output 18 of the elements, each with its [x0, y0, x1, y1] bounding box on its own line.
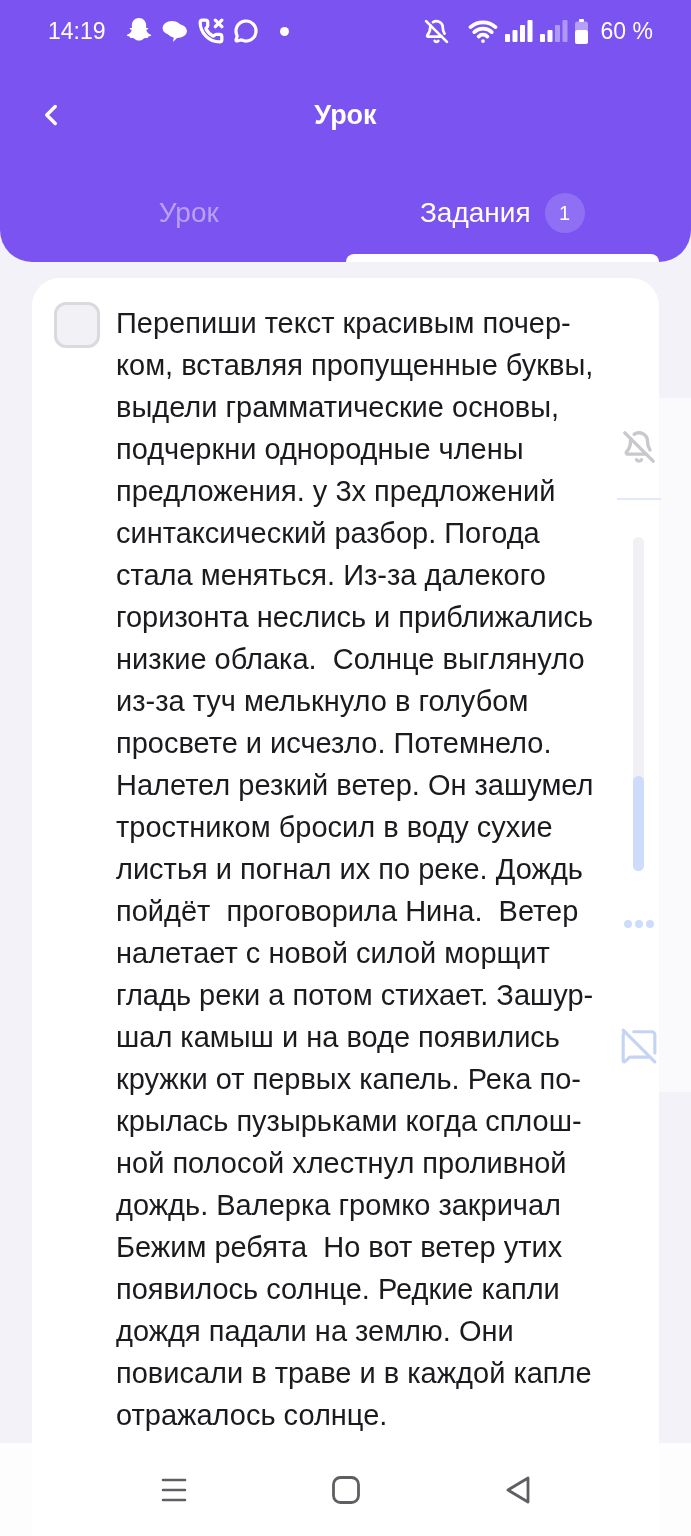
count-badge: 1 — [544, 193, 585, 233]
dot-icon — [279, 26, 289, 36]
bell-off-icon — [423, 18, 449, 44]
signal-icon — [539, 20, 568, 42]
scroll-thumb[interactable] — [633, 776, 644, 871]
battery-percent: 60 % — [600, 19, 653, 43]
chat-bubble-icon — [161, 20, 188, 42]
more-dots-icon[interactable] — [623, 920, 654, 928]
tab[interactable]: Задания 1 — [345, 168, 659, 262]
mute-icon[interactable] — [621, 430, 656, 464]
task-text: Перепиши текст красивым почер- ком, вставляя пропущенные буквы, выдели грамматические основы, подчеркни однородные члены предложения. у 3х предложений синтаксический разбор. Погода стала меняться. Из-за далекого горизонта неслись и приближались низкие облака. Солнце выглянуло из-за туч мелькнуло в голубом просвете и исчезло. Потемнело. Налетел резкий ветер. Он зашумел тростником бросил в воду сухие листья и погнал их по реке. Дождь пойдёт проговорила Нина. Ветер налетает с новой силой морщит гладь реки а потом стихает. Зашур- шал камыш и на воде появились кружки от первых капель. Река по- крылась пузырьками когда сплош- ной полосой хлестнул проливной дождь. Валерка громко закричал Бежим ребята Но вот ветер утих появилось солнце. Редкие капли дождя падали на землю. Они повисали в траве и в каждой капле отражалось солнце. — [116, 306, 594, 1433]
status-time: 14:19 — [48, 19, 106, 43]
signal-icon — [504, 20, 533, 42]
screen-title: Урок — [314, 98, 377, 132]
battery-icon — [574, 18, 588, 44]
message-off-icon[interactable] — [619, 1027, 658, 1065]
missed-call-icon — [197, 18, 224, 44]
task-checkbox[interactable] — [54, 302, 100, 348]
